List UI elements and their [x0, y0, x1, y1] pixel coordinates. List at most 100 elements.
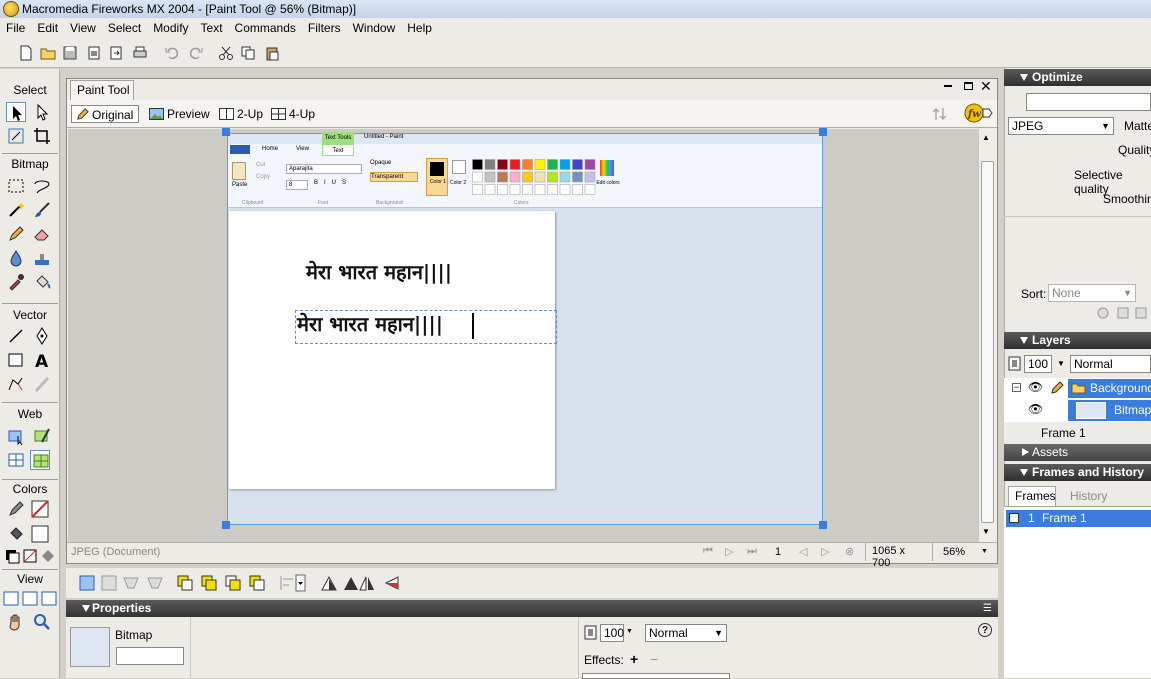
fill-color-swatch[interactable]	[30, 524, 50, 544]
layers-panel-header[interactable]: Layers	[1004, 332, 1151, 349]
save-icon[interactable]	[62, 45, 78, 61]
eye-icon[interactable]: 👁	[1028, 402, 1043, 416]
zoom-level[interactable]: 56%	[943, 546, 965, 558]
scroll-thumb[interactable]	[981, 161, 994, 523]
optimize-panel-header[interactable]: Optimize	[1004, 69, 1151, 86]
add-effect-icon[interactable]: +	[630, 651, 638, 667]
menu-edit[interactable]: Edit	[31, 18, 64, 38]
selection-handle-icon[interactable]	[222, 128, 230, 136]
freeform-tool[interactable]	[6, 374, 26, 394]
hand-tool[interactable]	[6, 612, 26, 632]
layer-blend-select[interactable]: Normal	[1070, 355, 1151, 373]
layer-row-background[interactable]: Background	[1068, 379, 1151, 398]
stroke-color-icon[interactable]	[6, 499, 26, 519]
quick-export-icon[interactable]: fw	[963, 102, 993, 124]
frame-row[interactable]: 1 Frame 1	[1006, 510, 1151, 527]
opacity-dropdown-icon[interactable]: ▼	[626, 628, 633, 635]
last-frame-icon[interactable]: ⏭	[747, 545, 757, 558]
export-format-select[interactable]: JPEG	[1008, 117, 1114, 135]
copy-icon[interactable]	[240, 45, 256, 61]
arrange-icons[interactable]	[176, 574, 268, 592]
group-ungroup-icons[interactable]	[78, 574, 188, 592]
stroke-color-swatch[interactable]	[30, 499, 50, 519]
restore-icon[interactable]	[964, 82, 973, 90]
menu-filters[interactable]: Filters	[302, 18, 347, 38]
text-tool[interactable]: A	[32, 350, 52, 372]
paint-bucket-tool[interactable]	[32, 272, 52, 292]
paste-icon[interactable]	[264, 45, 280, 61]
export-preview-icon[interactable]	[931, 105, 949, 123]
selection-handle-icon[interactable]	[819, 521, 827, 529]
eyedropper-tool[interactable]	[6, 272, 26, 292]
four-up-view-button[interactable]: 4-Up	[269, 105, 319, 123]
pointer-tool[interactable]	[6, 102, 26, 122]
original-view-button[interactable]: Original	[71, 105, 139, 123]
close-icon[interactable]: ✕	[980, 78, 992, 95]
properties-panel-header[interactable]: Properties ☰	[66, 600, 998, 617]
document-tab[interactable]: Paint Tool	[70, 80, 134, 100]
open-folder-icon[interactable]	[40, 45, 56, 61]
new-file-icon[interactable]	[18, 45, 34, 61]
pencil-tool[interactable]	[6, 224, 26, 244]
panel-options-icon[interactable]: ☰	[983, 600, 992, 617]
selection-handle-icon[interactable]	[222, 521, 230, 529]
sort-select[interactable]: None	[1048, 284, 1136, 302]
vertical-scrollbar[interactable]: ▲ ▼	[978, 129, 996, 542]
fill-color-icon[interactable]	[6, 524, 26, 544]
remove-effect-icon[interactable]: −	[650, 651, 658, 667]
knife-tool[interactable]	[32, 374, 52, 394]
blend-mode-select[interactable]: Normal	[645, 624, 727, 642]
brush-tool[interactable]	[32, 200, 52, 220]
magic-wand-tool[interactable]	[6, 200, 26, 220]
undo-icon[interactable]	[164, 45, 180, 61]
hide-slices-icon[interactable]	[6, 450, 26, 470]
import-icon[interactable]	[86, 45, 102, 61]
scroll-up-icon[interactable]: ▲	[982, 133, 990, 142]
screen-mode-buttons[interactable]	[2, 589, 58, 609]
zoom-dropdown-icon[interactable]: ▼	[981, 548, 988, 555]
object-row-bitmap[interactable]: Bitmap	[1068, 400, 1151, 421]
menu-view[interactable]: View	[64, 18, 102, 38]
next-frame-icon[interactable]: ▷	[821, 545, 829, 558]
show-slices-icon[interactable]	[30, 450, 50, 470]
frames-history-panel-header[interactable]: Frames and History	[1004, 464, 1151, 481]
object-name-input[interactable]	[116, 647, 184, 665]
hotspot-tool[interactable]	[6, 426, 26, 446]
tab-history[interactable]: History	[1070, 489, 1107, 503]
palette-tool-icons[interactable]	[1096, 306, 1151, 320]
menu-help[interactable]: Help	[401, 18, 438, 38]
play-icon[interactable]: ▷	[725, 545, 733, 558]
layer-opacity-input[interactable]: 100	[1024, 355, 1052, 373]
expand-layer-icon[interactable]: −	[1012, 383, 1021, 392]
fireworks-logo-icon[interactable]	[3, 1, 19, 17]
menu-file[interactable]: File	[0, 18, 31, 38]
blur-tool[interactable]	[6, 248, 26, 268]
subselection-tool[interactable]	[32, 102, 52, 122]
minimize-icon[interactable]	[944, 85, 952, 87]
print-icon[interactable]	[132, 45, 148, 61]
menu-select[interactable]: Select	[102, 18, 147, 38]
crop-tool[interactable]	[32, 126, 52, 146]
menu-modify[interactable]: Modify	[147, 18, 194, 38]
eye-icon[interactable]: 👁	[1028, 380, 1043, 394]
selection-handle-icon[interactable]	[819, 128, 827, 136]
tab-frames[interactable]: Frames	[1008, 486, 1056, 506]
menu-text[interactable]: Text	[195, 18, 229, 38]
scroll-down-icon[interactable]: ▼	[982, 527, 990, 536]
two-up-view-button[interactable]: 2-Up	[217, 105, 263, 123]
export-icon[interactable]	[108, 45, 124, 61]
align-dropdown-icon[interactable]	[278, 574, 306, 592]
rectangle-tool[interactable]	[6, 350, 26, 370]
assets-panel-header[interactable]: Assets	[1004, 444, 1151, 461]
optimize-settings-select[interactable]	[1026, 93, 1151, 111]
preview-view-button[interactable]: Preview	[147, 105, 210, 123]
menu-commands[interactable]: Commands	[229, 18, 302, 38]
opacity-input[interactable]: 100	[600, 624, 624, 642]
line-tool[interactable]	[6, 326, 26, 346]
layer-opacity-dropdown-icon[interactable]: ▼	[1057, 359, 1065, 368]
pen-tool[interactable]	[32, 326, 52, 346]
previous-frame-icon[interactable]: ◁	[799, 545, 807, 558]
rotate-flip-icons[interactable]	[320, 574, 410, 592]
redo-icon[interactable]	[188, 45, 204, 61]
scale-tool[interactable]	[6, 126, 26, 146]
